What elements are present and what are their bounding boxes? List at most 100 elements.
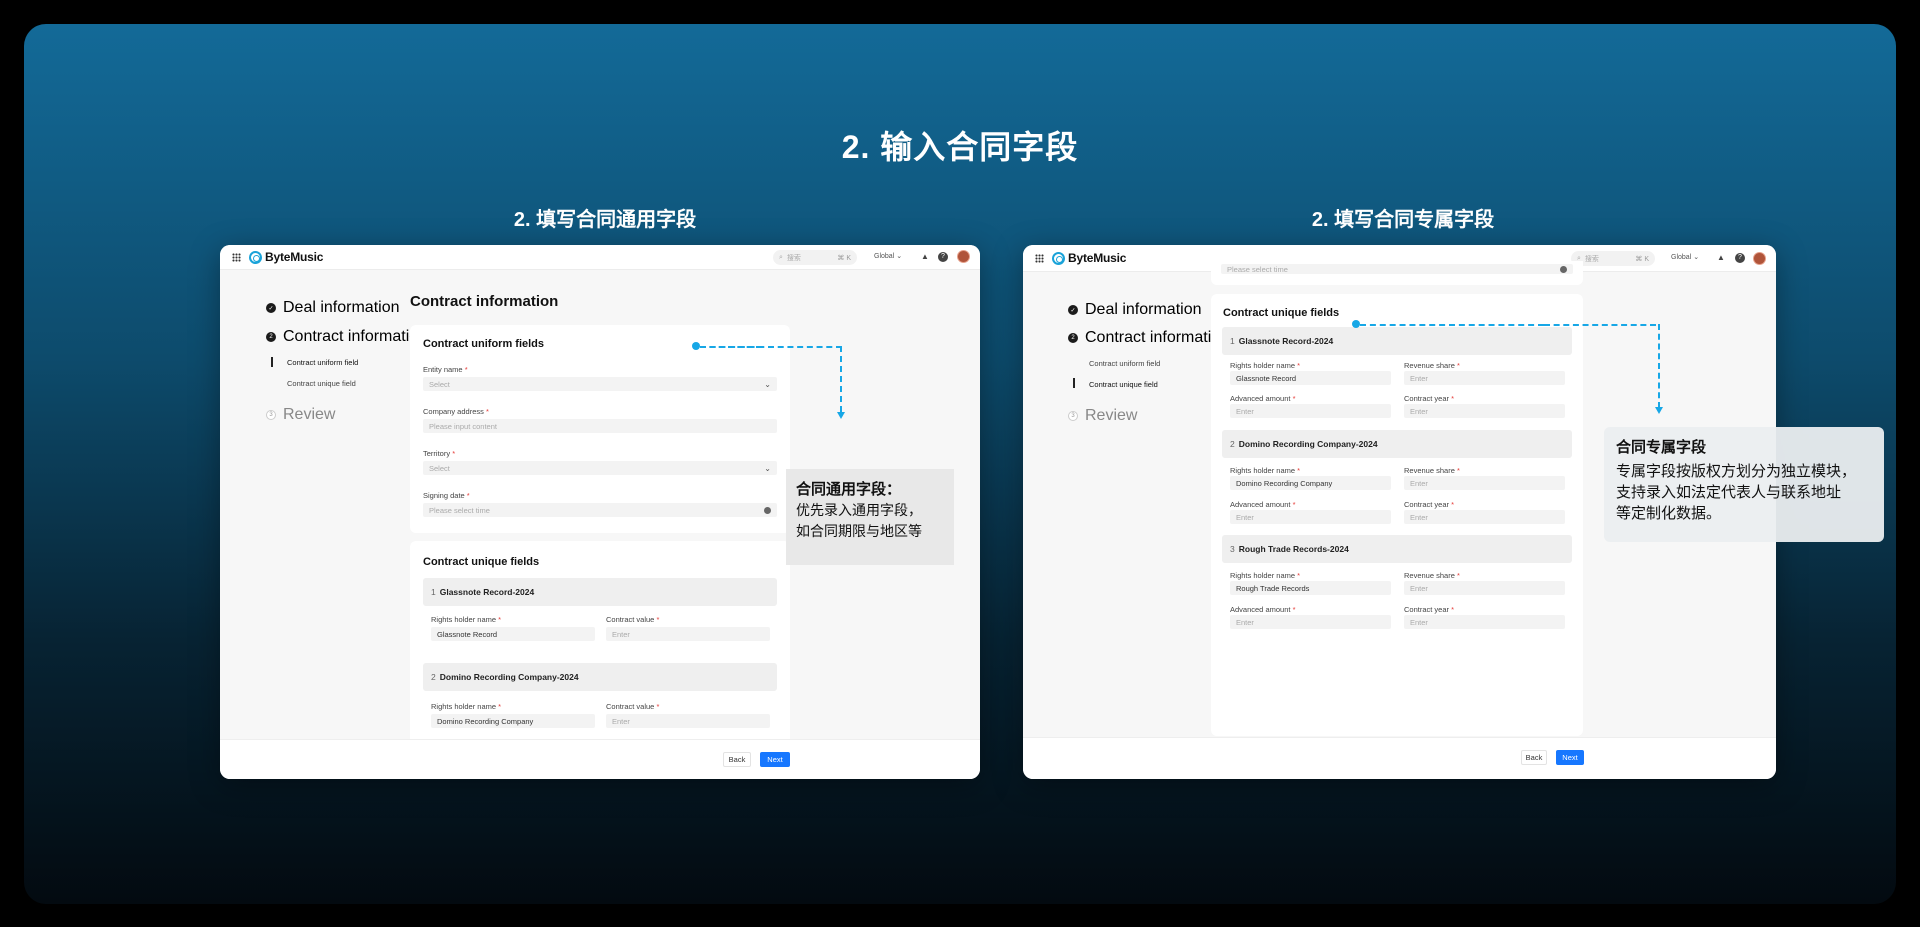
connector-line [840,346,842,412]
step-contract-information[interactable]: 2 Contract information [266,328,427,346]
avatar[interactable] [1753,252,1766,265]
right-subtitle: 2. 填写合同专属字段 [1311,209,1495,231]
chevron-down-icon: ⌄ [896,253,903,260]
callout-line: 优先录入通用字段， [796,502,922,518]
step-label: Deal information [283,299,400,316]
revenue-share-label: Revenue share * [1404,466,1460,475]
step-contract-information[interactable]: 2 Contract information [1068,329,1229,347]
arrow-down-icon [1655,407,1663,414]
revenue-share-label: Revenue share * [1404,361,1460,370]
rights-holder-name-input[interactable]: Glassnote Record [431,627,595,641]
step-deal-information[interactable]: ✓ Deal information [1068,301,1202,319]
active-indicator [271,357,273,367]
active-indicator [1073,378,1075,388]
next-button[interactable]: Next [760,752,790,767]
help-icon[interactable]: ? [1735,253,1745,263]
revenue-share-input[interactable]: Enter [1404,371,1565,385]
clock-icon [764,506,771,514]
rights-holder-name-input[interactable]: Domino Recording Company [1230,476,1391,490]
advanced-amount-label: Advanced amount * [1230,394,1296,403]
revenue-share-input[interactable]: Enter [1404,476,1565,490]
help-icon[interactable]: ? [938,252,948,262]
contract-value-input[interactable]: Enter [606,627,770,641]
footer-bar: Back Next [220,739,980,779]
revenue-share-input[interactable]: Enter [1404,581,1565,595]
left-app-screenshot: ByteMusic ⌕ 搜索 ⌘ K Global ⌄ ▲ ? ✓ Deal i… [220,245,980,779]
rights-holder-name-input[interactable]: Rough Trade Records [1230,581,1391,595]
advanced-amount-input[interactable]: Enter [1230,510,1391,524]
region-select[interactable]: Global ⌄ [1671,253,1699,261]
company-address-input[interactable]: Please input content [423,419,777,433]
avatar[interactable] [957,250,970,263]
top-bar: ByteMusic ⌕ 搜索 ⌘ K Global ⌄ ▲ ? [220,245,980,270]
uniform-fields-callout: 合同通用字段： 优先录入通用字段， 如合同期限与地区等 [786,469,954,565]
advanced-amount-input[interactable]: Enter [1230,615,1391,629]
contract-year-input[interactable]: Enter [1404,615,1565,629]
callout-line: 支持录入如法定代表人与联系地址 [1616,484,1842,501]
rights-holder-section: 2 Domino Recording Company-2024 [1222,430,1572,458]
rights-holder-section: 2 Domino Recording Company-2024 [423,663,777,691]
back-button[interactable]: Back [723,752,751,767]
step-number: 2 [1068,333,1078,343]
callout-line: 如合同期限与地区等 [796,523,922,539]
search-shortcut: ⌘ K [837,254,851,262]
advanced-amount-input[interactable]: Enter [1230,404,1391,418]
search-input[interactable]: ⌕ 搜索 ⌘ K [1571,251,1655,266]
apps-grid-icon[interactable] [1035,254,1044,263]
step-number: 3 [1068,411,1078,421]
step-label: Deal information [1085,301,1202,318]
card-title: Contract unique fields [423,556,540,568]
signing-date-picker[interactable]: Please select time [1221,264,1573,274]
check-icon: ✓ [266,303,276,313]
contract-value-input[interactable]: Enter [606,714,770,728]
card-title: Contract unique fields [1223,307,1340,319]
signing-date-picker[interactable]: Please select time [423,503,777,517]
step-label: Review [283,406,336,423]
contract-value-label: Contract value * [606,615,660,624]
revenue-share-label: Revenue share * [1404,571,1460,580]
next-button[interactable]: Next [1556,750,1584,765]
connector-dot [1352,320,1360,328]
territory-select[interactable]: Select ⌄ [423,461,777,475]
step-label: Contract information [283,328,428,345]
search-input[interactable]: ⌕ 搜索 ⌘ K [773,250,857,265]
contract-year-input[interactable]: Enter [1404,510,1565,524]
brand-logo[interactable]: ByteMusic [1052,251,1126,265]
rights-holder-section: 3 Rough Trade Records-2024 [1222,535,1572,563]
brand-logo[interactable]: ByteMusic [249,250,323,264]
step-number: 3 [266,410,276,420]
left-subtitle: 2. 填写合同通用字段 [513,209,697,231]
step-deal-information[interactable]: ✓ Deal information [266,299,400,317]
footer-bar: Back Next [1023,737,1776,779]
rights-holder-name-label: Rights holder name * [1230,571,1301,580]
substep-uniform[interactable]: Contract uniform field [1089,359,1160,368]
apps-grid-icon[interactable] [232,253,241,262]
rights-holder-name-input[interactable]: Domino Recording Company [431,714,595,728]
substep-uniform[interactable]: Contract uniform field [287,358,358,367]
rights-holder-name-input[interactable]: Glassnote Record [1230,371,1391,385]
connector-line [700,346,842,348]
unique-fields-card: Contract unique fields 1 Glassnote Record… [410,541,790,751]
step-review[interactable]: 3 Review [1068,407,1137,425]
advanced-amount-label: Advanced amount * [1230,500,1296,509]
contract-year-input[interactable]: Enter [1404,404,1565,418]
contract-year-label: Contract year * [1404,500,1455,509]
substep-unique[interactable]: Contract unique field [287,379,356,388]
uniform-fields-card: Contract uniform fields Entity name * Se… [410,325,790,533]
bell-icon[interactable]: ▲ [1716,253,1726,263]
rights-holder-section: 1 Glassnote Record-2024 [423,578,777,606]
back-button[interactable]: Back [1521,750,1547,765]
rights-holder-name-label: Rights holder name * [431,615,502,624]
chevron-down-icon: ⌄ [764,379,771,389]
step-label: Contract information [1085,329,1230,346]
bell-icon[interactable]: ▲ [920,252,930,262]
callout-title: 合同通用字段： [796,481,902,498]
search-icon: ⌕ [779,253,783,261]
contract-year-label: Contract year * [1404,394,1455,403]
step-review[interactable]: 3 Review [266,406,335,424]
entity-name-select[interactable]: Select ⌄ [423,377,777,391]
connector-line [1544,324,1656,326]
region-select[interactable]: Global ⌄ [874,252,902,260]
substep-unique[interactable]: Contract unique field [1089,380,1158,389]
entity-name-label: Entity name * [423,365,468,374]
